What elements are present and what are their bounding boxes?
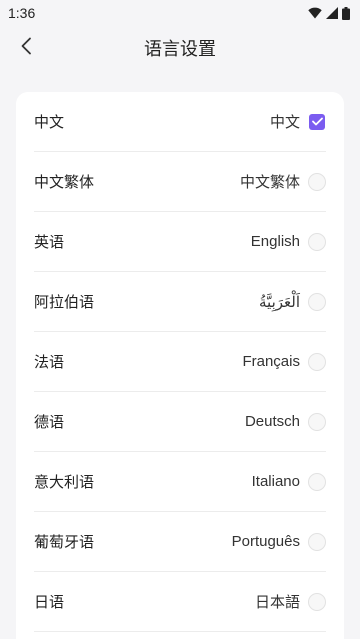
language-name: 意大利语 [34,473,95,491]
language-name: 中文 [34,113,65,131]
radio-unchecked-icon[interactable] [308,232,326,251]
language-native-name: 日本語 [254,594,300,611]
status-icons [308,6,350,20]
header: 语言设置 [0,26,360,70]
language-native-name: اَلْعَرَبِيَّةُ [259,293,300,311]
wifi-icon [308,7,322,19]
language-native-name: 中文繁体 [239,174,300,191]
chevron-left-icon [20,37,32,59]
language-name: 葡萄牙语 [34,533,95,551]
radio-unchecked-icon[interactable] [308,532,326,551]
language-item-ar[interactable]: 阿拉伯语 اَلْعَرَبِيَّةُ [34,272,326,332]
language-name: 法语 [34,353,65,371]
language-list: 中文 中文 中文繁体 中文繁体 英语 English 阿拉伯语 اَلْعَرَ… [16,92,344,639]
language-item-it[interactable]: 意大利语 Italiano [34,452,326,512]
language-item-fr[interactable]: 法语 Français [34,332,326,392]
signal-icon [326,7,338,19]
language-name: 日语 [34,593,65,611]
language-name: 阿拉伯语 [34,293,95,311]
radio-unchecked-icon[interactable] [308,172,326,191]
radio-unchecked-icon[interactable] [308,472,326,491]
language-item-zh-hant[interactable]: 中文繁体 中文繁体 [34,152,326,212]
checked-checkbox-icon[interactable] [309,113,325,130]
radio-unchecked-icon[interactable] [308,412,326,431]
radio-unchecked-icon[interactable] [308,592,326,611]
status-bar: 1:36 [0,0,360,26]
language-native-name: 中文 [269,114,300,131]
back-button[interactable] [12,34,40,62]
language-native-name: Italiano [251,473,300,490]
language-name: 德语 [34,413,65,431]
language-name: 英语 [34,233,65,251]
page-title: 语言设置 [144,39,216,60]
radio-unchecked-icon[interactable] [308,352,326,371]
language-native-name: English [250,233,300,250]
language-item-en[interactable]: 英语 English [34,212,326,272]
language-item-ja[interactable]: 日语 日本語 [34,572,326,632]
radio-unchecked-icon[interactable] [308,292,326,311]
language-item-de[interactable]: 德语 Deutsch [34,392,326,452]
language-native-name: Português [231,533,300,550]
language-item-pt[interactable]: 葡萄牙语 Português [34,512,326,572]
language-native-name: Deutsch [244,413,300,430]
language-name: 中文繁体 [34,173,95,191]
battery-icon [342,6,350,20]
language-item-zh[interactable]: 中文 中文 [34,92,326,152]
status-time: 1:36 [8,5,36,21]
language-native-name: Français [242,353,300,370]
